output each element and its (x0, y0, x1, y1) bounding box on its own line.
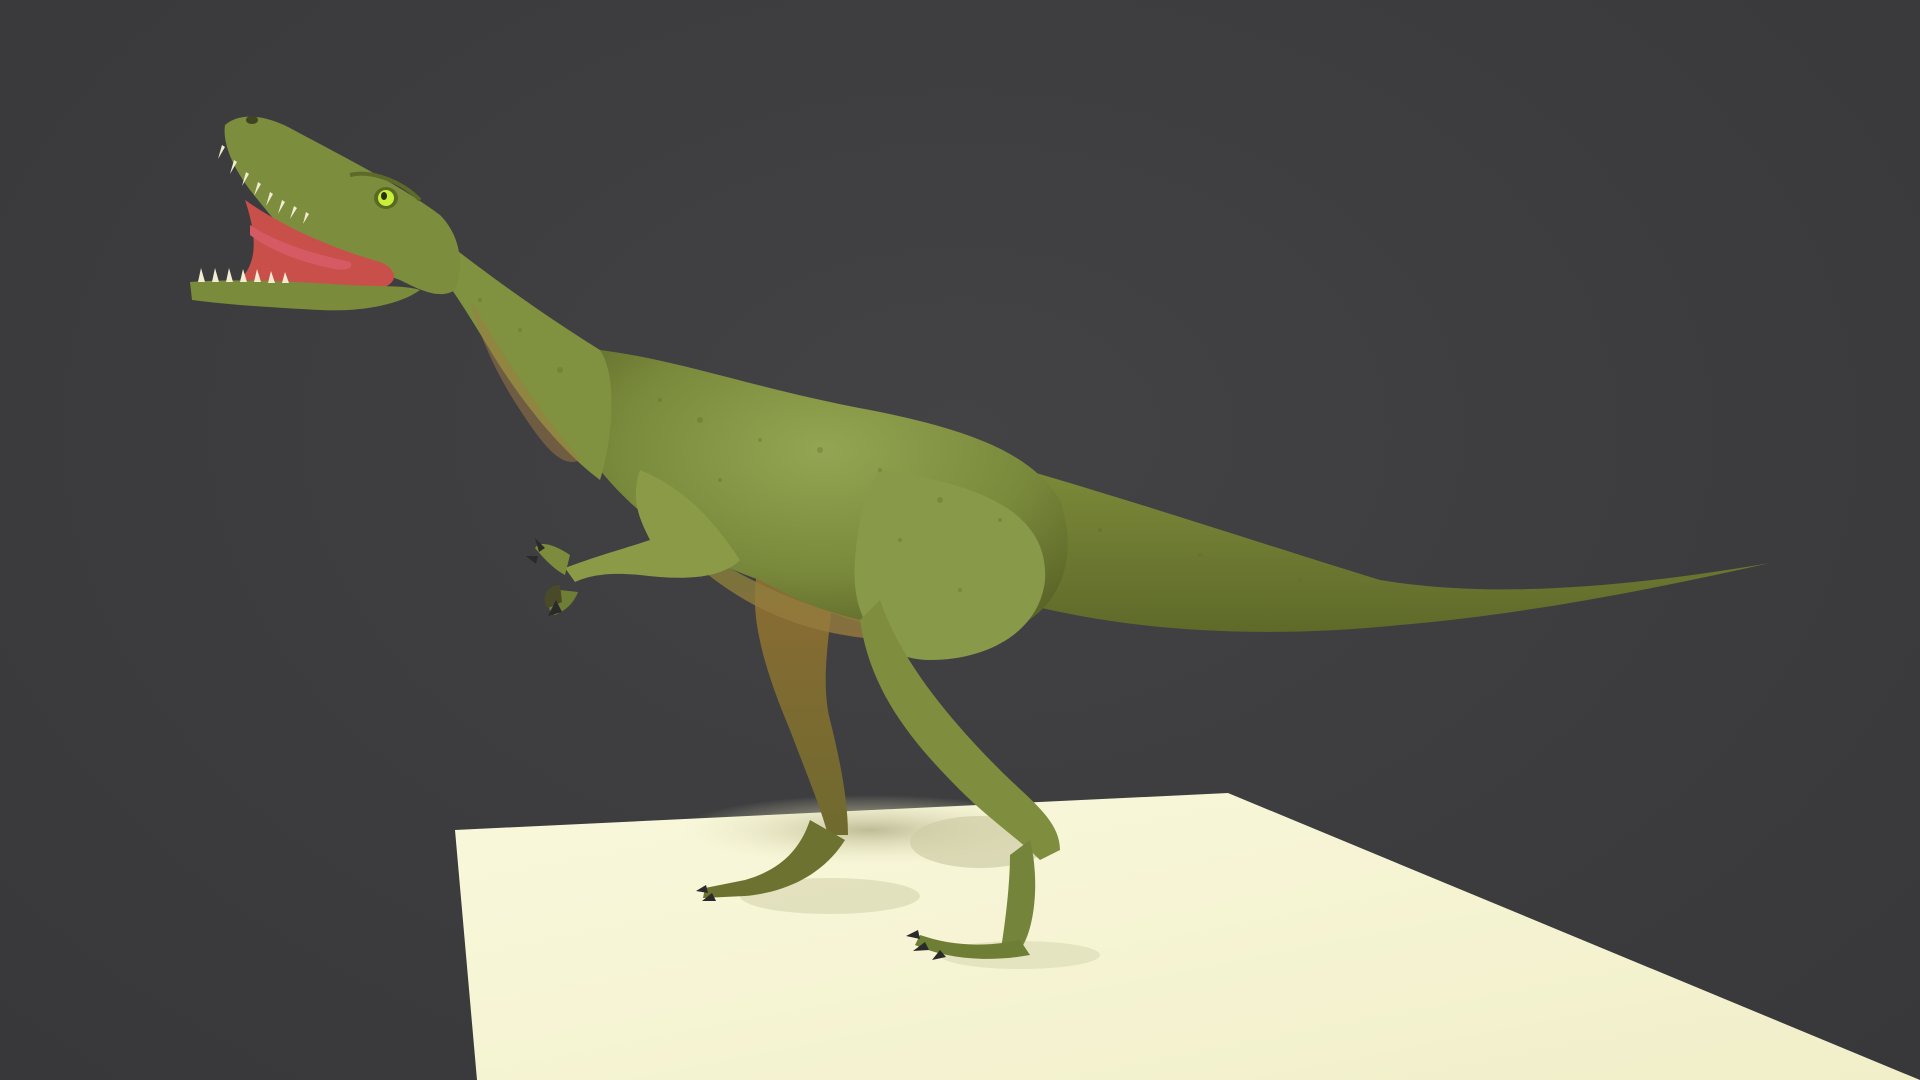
rendered-scene (190, 116, 1920, 1080)
dinosaur-head (190, 116, 460, 311)
ground-plane (455, 793, 1920, 1080)
nostril (246, 116, 258, 124)
dinosaur-tail (990, 460, 1770, 632)
render-viewport (0, 0, 1920, 1080)
